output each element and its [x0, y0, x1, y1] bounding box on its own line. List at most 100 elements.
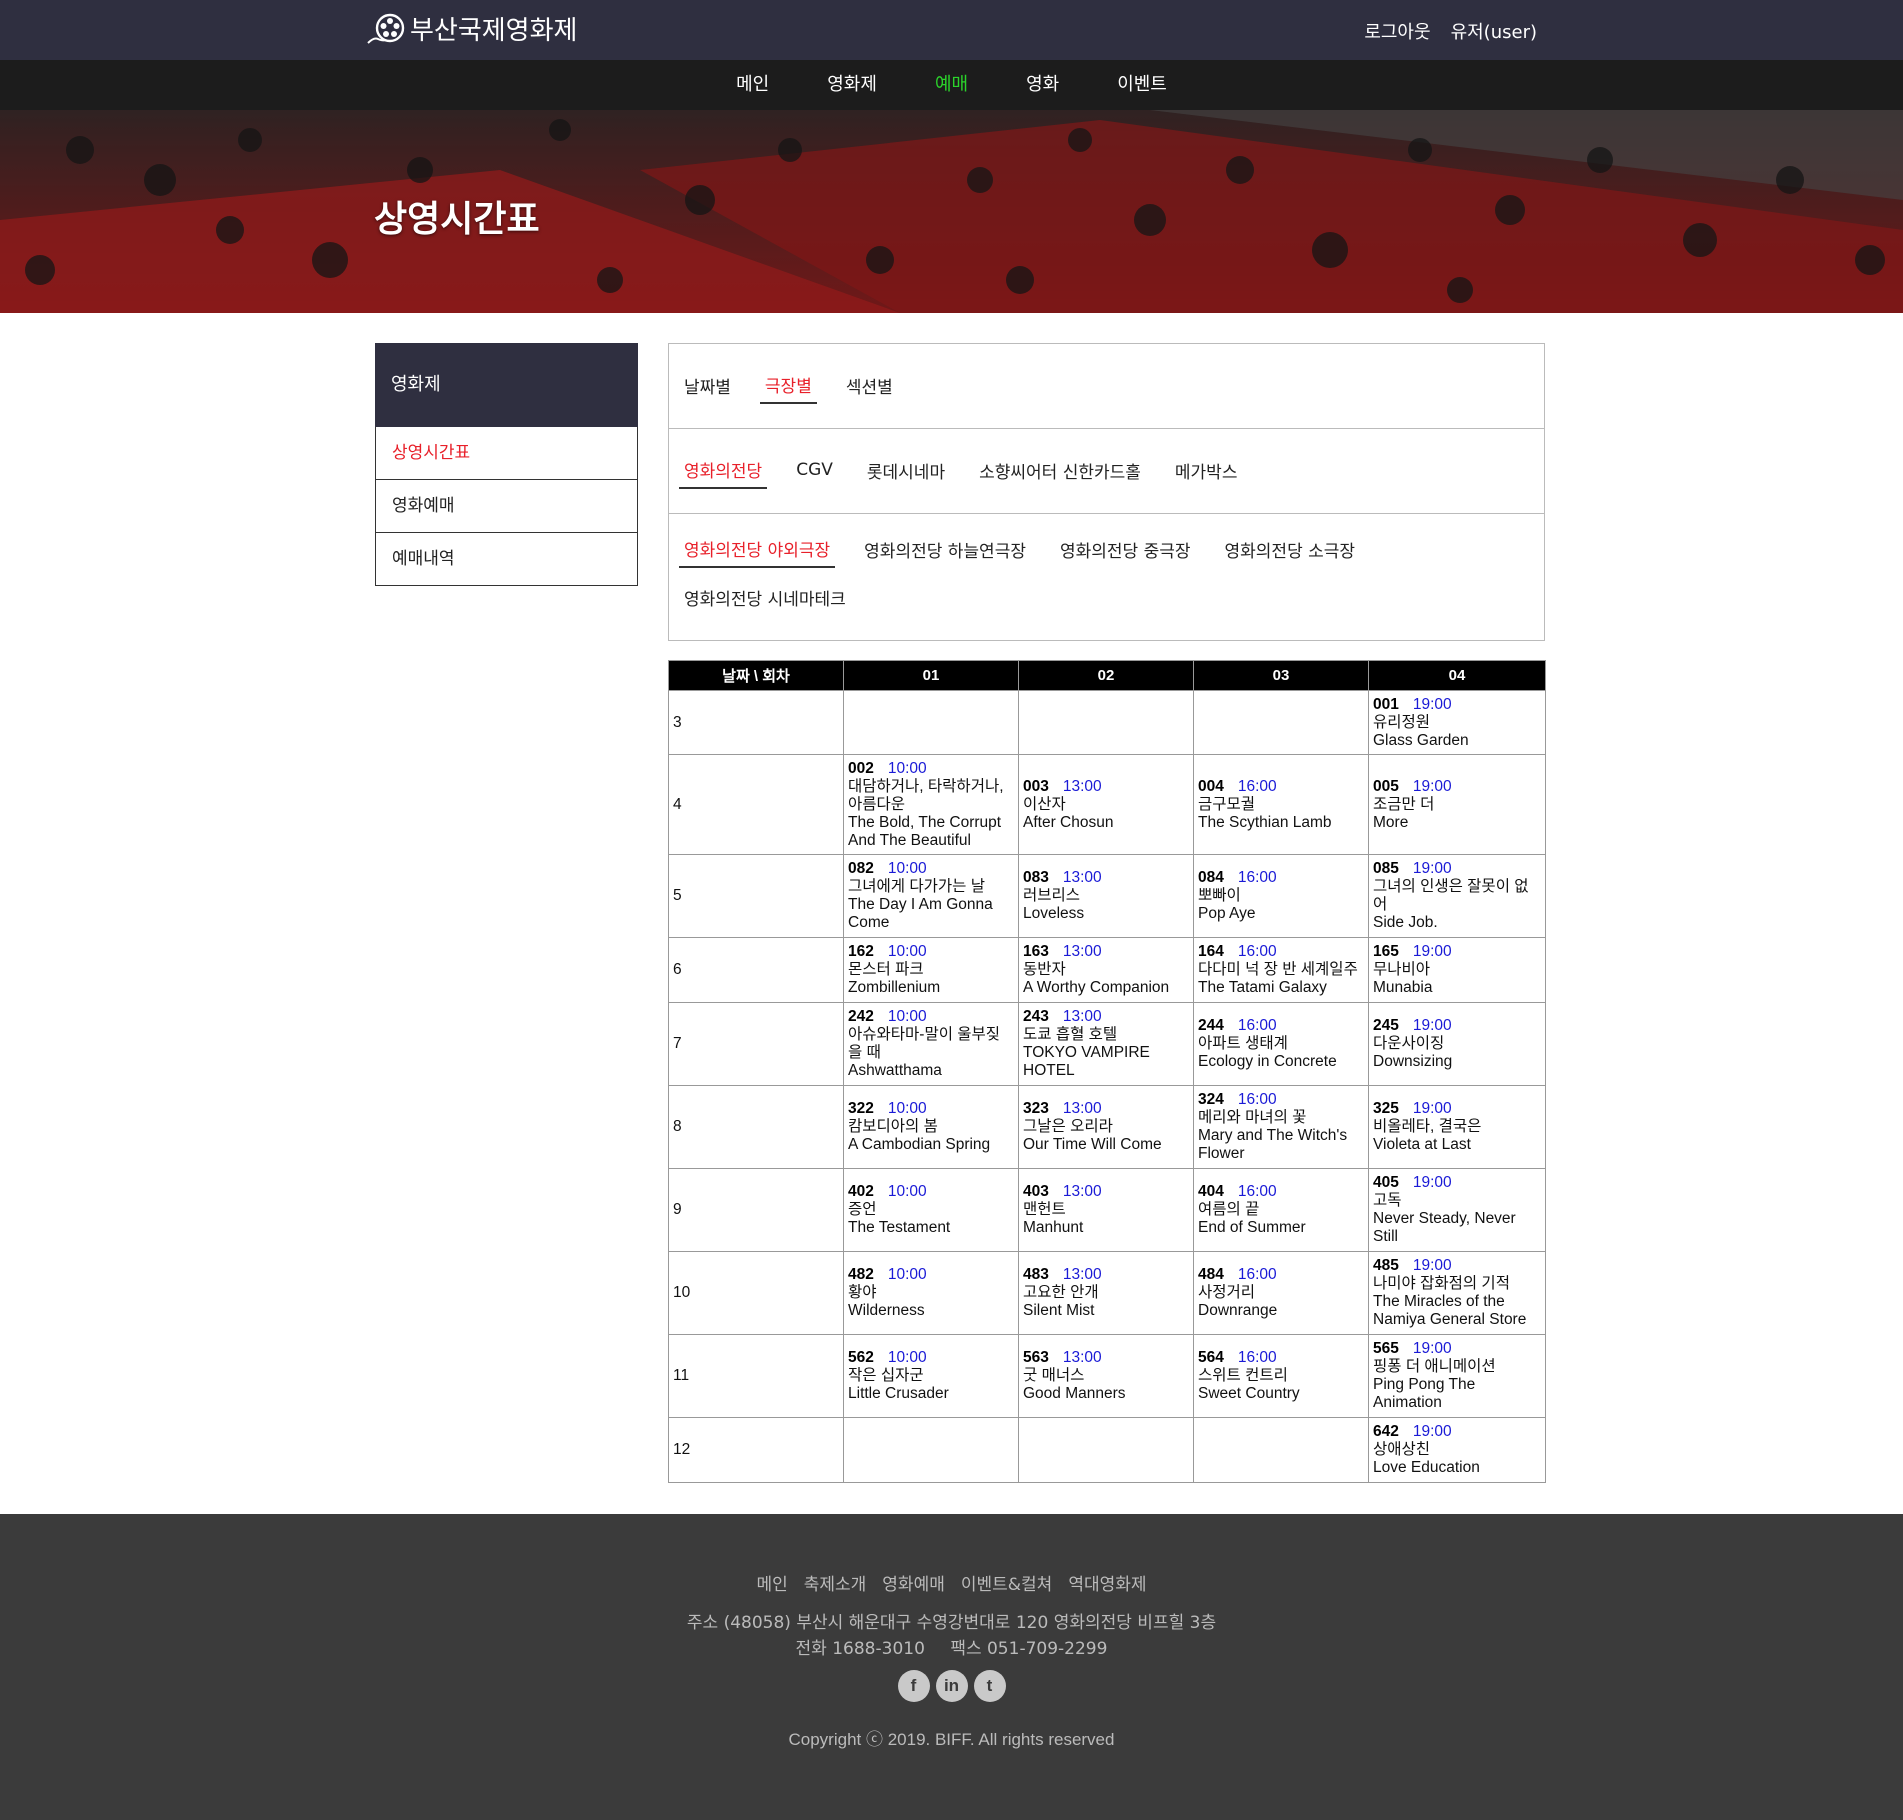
screening-cell[interactable]: 242 10:00 아슈와타마-말이 울부짖을 때 Ashwatthama [843, 1002, 1019, 1086]
film-title-en[interactable]: Never Steady, Never Still [1373, 1210, 1541, 1246]
screening-time[interactable]: 19:00 [1413, 696, 1452, 713]
screening-cell[interactable]: 243 13:00 도쿄 흡혈 호텔 TOKYO VAMPIRE HOTEL [1018, 1002, 1194, 1086]
film-title-en[interactable]: The Tatami Galaxy [1198, 979, 1364, 997]
screening-time[interactable]: 19:00 [1413, 943, 1452, 960]
tab-mode-1[interactable]: 극장별 [759, 368, 817, 404]
film-title-en[interactable]: Munabia [1373, 979, 1541, 997]
film-title-en[interactable]: Downrange [1198, 1302, 1364, 1320]
film-title-en[interactable]: Zombillenium [848, 979, 1014, 997]
film-title-kr[interactable]: 도쿄 흡혈 호텔 [1023, 1026, 1189, 1044]
film-title-kr[interactable]: 작은 십자군 [848, 1367, 1014, 1385]
screening-cell[interactable]: 244 16:00 아파트 생태계 Ecology in Concrete [1193, 1002, 1369, 1086]
screening-time[interactable]: 16:00 [1238, 943, 1277, 960]
screening-cell[interactable]: 083 13:00 러브리스 Loveless [1018, 854, 1194, 938]
film-title-kr[interactable]: 핑퐁 더 애니메이션 [1373, 1358, 1541, 1376]
screening-time[interactable]: 16:00 [1238, 1091, 1277, 1108]
screening-cell[interactable]: 485 19:00 나미야 잡화점의 기적 The Miracles of the N… [1368, 1251, 1546, 1335]
film-title-en[interactable]: Little Crusader [848, 1385, 1014, 1403]
tab-hall-0[interactable]: 영화의전당 야외극장 [679, 532, 836, 568]
film-title-en[interactable]: Manhunt [1023, 1219, 1189, 1237]
screening-time[interactable]: 13:00 [1063, 1008, 1102, 1025]
film-title-en[interactable]: More [1373, 814, 1541, 832]
screening-time[interactable]: 10:00 [888, 860, 927, 877]
screening-time[interactable]: 19:00 [1413, 1340, 1452, 1357]
sidebar-item-0[interactable]: 상영시간표 [375, 427, 638, 480]
tab-hall-4[interactable]: 영화의전당 시네마테크 [684, 581, 846, 616]
footer-link-2[interactable]: 영화예매 [882, 1570, 945, 1595]
film-title-kr[interactable]: 러브리스 [1023, 887, 1189, 905]
tab-venue-1[interactable]: CGV [796, 456, 833, 486]
film-title-en[interactable]: Violeta at Last [1373, 1136, 1541, 1154]
sidebar-item-1[interactable]: 영화예매 [375, 480, 638, 533]
tab-venue-3[interactable]: 소향씨어터 신한카드홀 [979, 454, 1141, 489]
film-title-kr[interactable]: 나미야 잡화점의 기적 [1373, 1275, 1541, 1293]
film-title-en[interactable]: Mary and The Witch's Flower [1198, 1127, 1364, 1163]
screening-cell[interactable]: 483 13:00 고요한 안개 Silent Mist [1018, 1251, 1194, 1335]
film-title-en[interactable]: Glass Garden [1373, 732, 1541, 750]
screening-time[interactable]: 16:00 [1238, 869, 1277, 886]
film-title-en[interactable]: End of Summer [1198, 1219, 1364, 1237]
film-title-kr[interactable]: 그녀의 인생은 잘못이 없어 [1373, 878, 1541, 914]
film-title-kr[interactable]: 그녀에게 다가가는 날 [848, 878, 1014, 896]
screening-time[interactable]: 16:00 [1238, 1183, 1277, 1200]
film-title-en[interactable]: Our Time Will Come [1023, 1136, 1189, 1154]
film-title-kr[interactable]: 굿 매너스 [1023, 1367, 1189, 1385]
sidebar-item-2[interactable]: 예매내역 [375, 533, 638, 586]
film-title-en[interactable]: Silent Mist [1023, 1302, 1189, 1320]
tab-mode-2[interactable]: 섹션별 [846, 369, 893, 404]
nav-item-1[interactable]: 영화제 [798, 60, 906, 110]
tab-hall-3[interactable]: 영화의전당 소극장 [1225, 533, 1356, 568]
film-title-kr[interactable]: 그날은 오리라 [1023, 1118, 1189, 1136]
screening-cell[interactable]: 324 16:00 메리와 마녀의 꽃 Mary and The Witch's Fl… [1193, 1085, 1369, 1169]
film-title-en[interactable]: The Testament [848, 1219, 1014, 1237]
film-title-en[interactable]: Sweet Country [1198, 1385, 1364, 1403]
tab-venue-4[interactable]: 메가박스 [1175, 454, 1238, 489]
screening-cell[interactable]: 403 13:00 맨헌트 Manhunt [1018, 1168, 1194, 1252]
screening-cell[interactable]: 563 13:00 굿 매너스 Good Manners [1018, 1334, 1194, 1418]
screening-time[interactable]: 13:00 [1063, 1183, 1102, 1200]
film-title-en[interactable]: Ping Pong The Animation [1373, 1376, 1541, 1412]
film-title-kr[interactable]: 다운사이징 [1373, 1035, 1541, 1053]
film-title-en[interactable]: Downsizing [1373, 1053, 1541, 1071]
screening-time[interactable]: 13:00 [1063, 778, 1102, 795]
screening-time[interactable]: 10:00 [888, 943, 927, 960]
screening-cell[interactable]: 325 19:00 비올레타, 결국은 Violeta at Last [1368, 1085, 1546, 1169]
screening-time[interactable]: 13:00 [1063, 943, 1102, 960]
nav-item-0[interactable]: 메인 [707, 60, 798, 110]
footer-link-4[interactable]: 역대영화제 [1068, 1570, 1146, 1595]
film-title-kr[interactable]: 비올레타, 결국은 [1373, 1118, 1541, 1136]
film-title-kr[interactable]: 상애상친 [1373, 1441, 1541, 1459]
footer-link-1[interactable]: 축제소개 [804, 1570, 867, 1595]
screening-cell[interactable]: 322 10:00 캄보디아의 봄A Cambodian Spring [843, 1085, 1019, 1169]
screening-time[interactable]: 19:00 [1413, 1017, 1452, 1034]
screening-time[interactable]: 16:00 [1238, 1017, 1277, 1034]
screening-cell[interactable]: 005 19:00 조금만 더 More [1368, 754, 1546, 855]
footer-link-3[interactable]: 이벤트&컬쳐 [961, 1570, 1052, 1595]
film-title-en[interactable]: Wilderness [848, 1302, 1014, 1320]
film-title-kr[interactable]: 이산자 [1023, 796, 1189, 814]
screening-time[interactable]: 10:00 [888, 1349, 927, 1366]
film-title-en[interactable]: A Worthy Companion [1023, 979, 1189, 997]
film-title-kr[interactable]: 아파트 생태계 [1198, 1035, 1364, 1053]
screening-cell[interactable]: 245 19:00 다운사이징 Downsizing [1368, 1002, 1546, 1086]
film-title-kr[interactable]: 조금만 더 [1373, 796, 1541, 814]
screening-cell[interactable]: 004 16:00 금구모궐 The Scythian Lamb [1193, 754, 1369, 855]
film-title-kr[interactable]: 고요한 안개 [1023, 1284, 1189, 1302]
screening-cell[interactable]: 404 16:00 여름의 끝 End of Summer [1193, 1168, 1369, 1252]
screening-time[interactable]: 16:00 [1238, 1349, 1277, 1366]
screening-time[interactable]: 16:00 [1238, 1266, 1277, 1283]
film-title-kr[interactable]: 황야 [848, 1284, 1014, 1302]
film-title-en[interactable]: After Chosun [1023, 814, 1189, 832]
film-title-en[interactable]: The Scythian Lamb [1198, 814, 1364, 832]
screening-time[interactable]: 10:00 [888, 1183, 927, 1200]
film-title-en[interactable]: Ecology in Concrete [1198, 1053, 1364, 1071]
facebook-icon[interactable]: f [897, 1670, 930, 1702]
screening-cell[interactable]: 163 13:00 동반자 A Worthy Companion [1018, 937, 1194, 1003]
tab-venue-0[interactable]: 영화의전당 [679, 453, 768, 489]
screening-time[interactable]: 19:00 [1413, 1174, 1452, 1191]
film-title-kr[interactable]: 스위트 컨트리 [1198, 1367, 1364, 1385]
film-title-en[interactable]: The Day I Am Gonna Come [848, 896, 1014, 932]
screening-time[interactable]: 16:00 [1238, 778, 1277, 795]
screening-time[interactable]: 19:00 [1413, 778, 1452, 795]
film-title-kr[interactable]: 몬스터 파크 [848, 961, 1014, 979]
